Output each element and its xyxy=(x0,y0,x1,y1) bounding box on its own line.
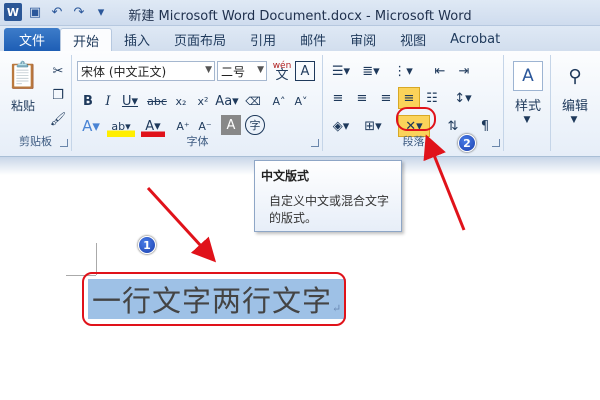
align-left-icon[interactable]: ≡ xyxy=(328,87,348,109)
font-launcher[interactable] xyxy=(311,139,319,147)
editing-button[interactable]: 编辑 xyxy=(554,95,596,114)
ribbon-tabs: 文件 开始 插入 页面布局 引用 邮件 审阅 视图 Acrobat xyxy=(0,26,600,51)
ribbon: 📋 粘贴 ✂ ❐ 🖌 剪贴板 宋体 (中文正文) ▼ 二号 ▼ wén 文 A B I… xyxy=(0,51,600,157)
font-group: 宋体 (中文正文) ▼ 二号 ▼ wén 文 A B I U▾ abc x₂ x² A… xyxy=(73,55,323,151)
phonetic-guide-button[interactable]: wén 文 xyxy=(271,59,293,83)
character-border-button[interactable]: A xyxy=(295,61,315,81)
paste-icon[interactable]: 📋 xyxy=(6,59,40,93)
font-group-label: 字体 xyxy=(186,135,209,148)
tab-insert[interactable]: 插入 xyxy=(112,28,162,51)
underline-button[interactable]: U▾ xyxy=(119,91,141,111)
step-1-badge: 1 xyxy=(138,236,156,254)
tab-references[interactable]: 引用 xyxy=(238,28,288,51)
clear-formatting-icon[interactable]: ⌫ xyxy=(245,91,261,111)
tab-file[interactable]: 文件 xyxy=(4,28,60,51)
tab-view[interactable]: 视图 xyxy=(388,28,438,51)
margin-corner-mark xyxy=(96,243,97,275)
paragraph-group: ☰▾ ≣▾ ⋮▾ ⇤ ⇥ ≡ ≡ ≡ ≡ ☷ ↕▾ ◈▾ ⊞▾ ✕▾ ⇅ ¶ 段… xyxy=(324,55,504,151)
justify-icon[interactable]: ≡ xyxy=(398,87,420,109)
tooltip-title: 中文版式 xyxy=(261,169,310,183)
chevron-down-icon[interactable]: ▼ xyxy=(257,65,264,75)
tab-mailings[interactable]: 邮件 xyxy=(288,28,338,51)
styles-icon[interactable]: A xyxy=(513,61,543,91)
decrease-indent-icon[interactable]: ⇤ xyxy=(430,61,450,81)
font-size-value: 二号 xyxy=(221,64,246,79)
title-bar: W ▣ ↶ ↷ ▾ 新建 Microsoft Word Document.doc… xyxy=(0,0,600,26)
strikethrough-button[interactable]: abc xyxy=(145,91,169,111)
chinese-layout-highlight-annotation xyxy=(396,107,436,131)
copy-icon[interactable]: ❐ xyxy=(50,87,66,103)
styles-button[interactable]: 样式 xyxy=(507,95,549,114)
paste-button[interactable]: 粘贴 xyxy=(4,97,42,113)
change-case-button[interactable]: Aa▾ xyxy=(215,91,239,111)
styles-group: A 样式 ▼ xyxy=(505,55,551,151)
subscript-button[interactable]: x₂ xyxy=(171,91,191,111)
tooltip: 中文版式 自定义中文或混合文字的版式。 xyxy=(254,160,402,232)
line-spacing-button[interactable]: ↕▾ xyxy=(450,87,476,109)
enclose-characters-button[interactable]: 字 xyxy=(245,115,265,135)
font-name-combo[interactable]: 宋体 (中文正文) ▼ xyxy=(77,61,215,81)
character-shading-button[interactable]: A xyxy=(221,115,241,135)
cut-icon[interactable]: ✂ xyxy=(50,63,66,79)
multilevel-list-button[interactable]: ⋮▾ xyxy=(390,61,416,81)
font-name-value: 宋体 (中文正文) xyxy=(81,64,167,79)
bullets-button[interactable]: ☰▾ xyxy=(328,61,354,81)
chevron-down-icon[interactable]: ▼ xyxy=(564,113,584,127)
clipboard-group: 📋 粘贴 ✂ ❐ 🖌 剪贴板 xyxy=(0,55,72,151)
bold-button[interactable]: B xyxy=(79,91,97,111)
superscript-button[interactable]: x² xyxy=(193,91,213,111)
font-size-combo[interactable]: 二号 ▼ xyxy=(217,61,267,81)
align-center-icon[interactable]: ≡ xyxy=(352,87,372,109)
increase-indent-icon[interactable]: ⇥ xyxy=(454,61,474,81)
clipboard-launcher[interactable] xyxy=(60,139,68,147)
phonetic-guide-char: 文 xyxy=(275,68,289,83)
numbering-button[interactable]: ≣▾ xyxy=(358,61,384,81)
chevron-down-icon[interactable]: ▼ xyxy=(517,113,537,127)
tab-page-layout[interactable]: 页面布局 xyxy=(162,28,238,51)
tab-review[interactable]: 审阅 xyxy=(338,28,388,51)
tab-acrobat[interactable]: Acrobat xyxy=(438,28,512,51)
tooltip-description: 自定义中文或混合文字的版式。 xyxy=(269,194,390,225)
grow-font-button[interactable]: A˄ xyxy=(269,91,289,111)
distributed-align-icon[interactable]: ☷ xyxy=(422,87,442,109)
binoculars-icon[interactable]: ⚲ xyxy=(560,61,590,91)
step-2-badge: 2 xyxy=(458,134,476,152)
paragraph-group-label: 段落 xyxy=(402,135,425,148)
window-title: 新建 Microsoft Word Document.docx - Micros… xyxy=(128,9,472,24)
selection-highlight-annotation xyxy=(82,272,346,326)
shrink-font-button[interactable]: A˅ xyxy=(291,91,311,111)
paragraph-launcher[interactable] xyxy=(492,139,500,147)
italic-button[interactable]: I xyxy=(99,91,117,111)
align-right-icon[interactable]: ≡ xyxy=(376,87,396,109)
tab-home[interactable]: 开始 xyxy=(60,28,113,51)
chevron-down-icon[interactable]: ▼ xyxy=(205,65,212,75)
format-painter-icon[interactable]: 🖌 xyxy=(50,111,67,127)
editing-group: ⚲ 编辑 ▼ xyxy=(552,55,600,151)
